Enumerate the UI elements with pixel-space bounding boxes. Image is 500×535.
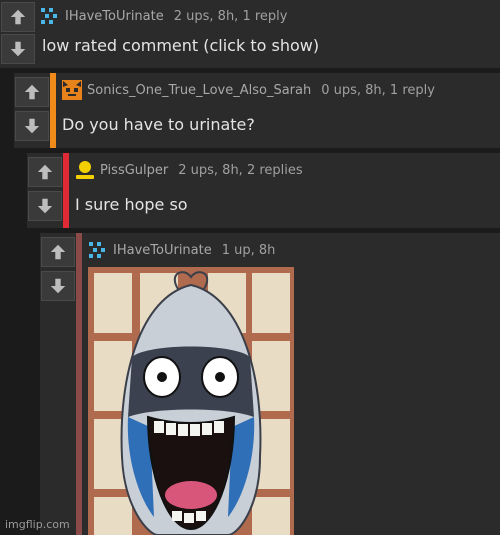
thread-bar [50,73,56,148]
comment-text: I sure hope so [75,195,188,214]
arrow-up-icon [10,9,26,25]
comment-4: IHaveToUrinate 1 up, 8h [40,233,500,535]
meme-image[interactable] [88,267,294,535]
arrow-down-icon [24,118,40,134]
comment-3: PissGulper 2 ups, 8h, 2 replies I sure h… [27,153,500,228]
arrow-up-icon [37,164,53,180]
vote-controls [27,153,63,228]
arrow-down-icon [10,41,26,57]
arrow-up-icon [50,244,66,260]
screaming-ghost-image [88,267,294,535]
comment-meta: 0 ups, 8h, 1 reply [321,82,435,98]
imgflip-watermark: imgflip.com [5,518,70,531]
comment-header: IHaveToUrinate 1 up, 8h [88,239,275,261]
upvote-button[interactable] [15,77,49,107]
username-link[interactable]: IHaveToUrinate [113,243,212,258]
username-link[interactable]: IHaveToUrinate [65,9,164,24]
thread-bar [63,153,69,228]
downvote-button[interactable] [28,191,62,221]
username-link[interactable]: Sonics_One_True_Love_Also_Sarah [87,83,311,98]
vote-controls [40,233,76,535]
person-avatar-icon[interactable] [75,160,95,180]
comment-meta: 2 ups, 8h, 2 replies [178,162,303,178]
comment-header: PissGulper 2 ups, 8h, 2 replies [75,159,303,181]
comment-2: Sonics_One_True_Love_Also_Sarah 0 ups, 8… [14,73,500,148]
comment-meta: 1 up, 8h [221,242,276,258]
cat-avatar-icon[interactable] [62,80,82,100]
upvote-button[interactable] [28,157,62,187]
upvote-button[interactable] [1,2,35,32]
comment-meta: 2 ups, 8h, 1 reply [173,8,288,24]
vote-controls [0,0,36,68]
vote-controls [14,73,50,148]
comment-1: IHaveToUrinate 2 ups, 8h, 1 reply low ra… [0,0,500,68]
username-link[interactable]: PissGulper [100,163,168,178]
arrow-down-icon [37,198,53,214]
pixel-avatar-icon[interactable] [88,240,108,260]
pixel-avatar-icon[interactable] [40,6,60,26]
comment-text: Do you have to urinate? [62,115,255,134]
downvote-button[interactable] [41,271,75,301]
comment-header: IHaveToUrinate 2 ups, 8h, 1 reply [40,5,287,27]
thread-bar [76,233,82,535]
comment-text[interactable]: low rated comment (click to show) [42,36,319,55]
comment-header: Sonics_One_True_Love_Also_Sarah 0 ups, 8… [62,79,435,101]
downvote-button[interactable] [1,34,35,64]
downvote-button[interactable] [15,111,49,141]
arrow-down-icon [50,278,66,294]
arrow-up-icon [24,84,40,100]
upvote-button[interactable] [41,237,75,267]
